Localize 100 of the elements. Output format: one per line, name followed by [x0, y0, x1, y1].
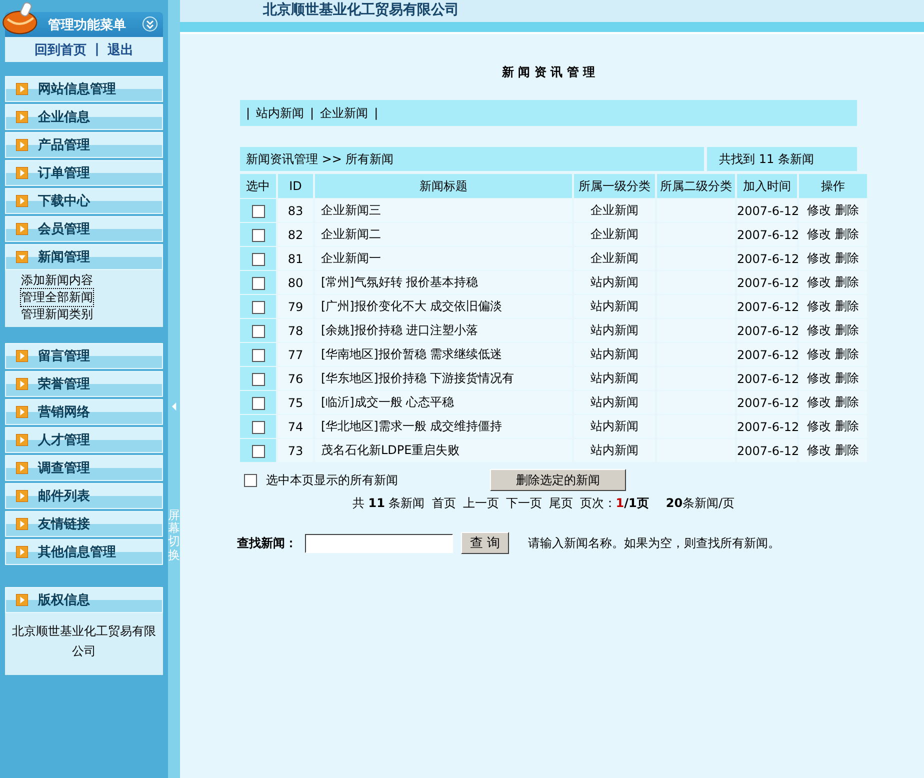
row-checkbox[interactable]	[252, 276, 264, 290]
table-cell: 78	[278, 319, 313, 343]
separator-text: |	[94, 42, 100, 57]
menu-group[interactable]: 新闻管理	[5, 244, 163, 270]
delete-link[interactable]: 删除	[834, 299, 859, 313]
edit-link[interactable]: 修改	[807, 419, 832, 433]
delete-link[interactable]: 删除	[834, 227, 859, 241]
submenu-item[interactable]: 管理新闻类别	[21, 306, 93, 323]
table-cell: [余姚]报价持稳 进口注塑小落	[315, 319, 572, 343]
row-checkbox[interactable]	[252, 420, 264, 434]
column-header: 所属二级分类	[657, 174, 735, 199]
delete-link[interactable]: 删除	[834, 251, 859, 265]
delete-link[interactable]: 删除	[834, 323, 859, 337]
edit-link[interactable]: 修改	[807, 371, 832, 385]
delete-link[interactable]: 删除	[834, 347, 859, 361]
page-number: 页次：1/1页	[580, 495, 649, 512]
submenu-item[interactable]: 添加新闻内容	[21, 272, 93, 289]
menu-group[interactable]: 留言管理	[5, 343, 163, 369]
page-link[interactable]: 上一页	[462, 495, 499, 512]
menu-group[interactable]: 邮件列表	[5, 483, 163, 509]
delete-selected-button[interactable]: 删除选定的新闻	[490, 469, 626, 491]
menu-group[interactable]: 会员管理	[5, 216, 163, 242]
edit-link[interactable]: 修改	[807, 395, 832, 409]
arrow-icon	[16, 546, 28, 558]
menu-title: 管理功能菜单	[48, 16, 126, 34]
page-link[interactable]: 尾页	[548, 495, 573, 512]
edit-link[interactable]: 修改	[807, 299, 832, 313]
table-cell: 企业新闻	[574, 247, 655, 271]
table-cell: [华北地区]需求一般 成交维持僵持	[315, 415, 572, 439]
table-cell: [华东地区]报价持稳 下游接货情况有	[315, 367, 572, 391]
table-cell: 75	[278, 391, 313, 415]
row-checkbox[interactable]	[252, 228, 264, 242]
menu-group[interactable]: 其他信息管理	[5, 539, 163, 565]
table-cell: 2007-6-12	[737, 319, 797, 343]
table-cell: 82	[278, 223, 313, 247]
edit-link[interactable]: 修改	[807, 251, 832, 265]
edit-link[interactable]: 修改	[807, 323, 832, 337]
menu-group[interactable]: 荣誉管理	[5, 371, 163, 397]
menu-group[interactable]: 友情链接	[5, 511, 163, 537]
table-cell: 站内新闻	[574, 343, 655, 367]
breadcrumb: 新闻资讯管理 >> 所有新闻	[240, 147, 704, 171]
menu-group[interactable]: 企业信息	[5, 104, 163, 130]
row-checkbox[interactable]	[252, 252, 264, 266]
menu-group[interactable]: 产品管理	[5, 132, 163, 158]
edit-link[interactable]: 修改	[807, 275, 832, 289]
delete-link[interactable]: 删除	[834, 275, 859, 289]
search-label: 查找新闻：	[237, 534, 297, 552]
logout-link[interactable]: 退出	[107, 40, 134, 58]
column-header: 所属一级分类	[574, 174, 655, 199]
menu-group[interactable]: 网站信息管理	[5, 76, 163, 102]
select-all-label: 选中本页显示的所有新闻	[266, 472, 398, 488]
delete-link[interactable]: 删除	[834, 203, 859, 217]
row-checkbox[interactable]	[252, 396, 264, 410]
row-checkbox[interactable]	[252, 348, 264, 362]
table-cell: 2007-6-12	[737, 343, 797, 367]
page-link[interactable]: 首页	[432, 495, 456, 512]
page-size: 20条新闻/页	[666, 495, 735, 512]
search-hint: 请输入新闻名称。如果为空，则查找所有新闻。	[528, 534, 780, 552]
page-link[interactable]: 下一页	[506, 495, 542, 512]
arrow-icon	[16, 223, 28, 235]
home-link[interactable]: 回到首页	[34, 40, 87, 58]
search-button[interactable]: 查 询	[461, 532, 509, 554]
row-checkbox[interactable]	[252, 300, 264, 314]
row-checkbox[interactable]	[252, 444, 264, 458]
category-link[interactable]: 站内新闻	[256, 104, 304, 122]
arrow-icon	[16, 111, 28, 123]
arrow-icon	[16, 434, 28, 446]
table-cell: 81	[278, 247, 313, 271]
row-checkbox[interactable]	[252, 372, 264, 386]
category-link[interactable]: 企业新闻	[320, 104, 368, 122]
collapse-icon[interactable]	[142, 16, 158, 32]
row-checkbox[interactable]	[252, 324, 264, 338]
table-cell: 2007-6-12	[737, 295, 797, 319]
menu-group[interactable]: 人才管理	[5, 427, 163, 453]
edit-link[interactable]: 修改	[807, 443, 832, 457]
submenu-item[interactable]: 管理全部新闻	[21, 289, 93, 306]
column-header: 新闻标题	[315, 174, 572, 199]
menu-group[interactable]: 调查管理	[5, 455, 163, 481]
edit-link[interactable]: 修改	[807, 203, 832, 217]
edit-link[interactable]: 修改	[807, 347, 832, 361]
menu-group[interactable]: 订单管理	[5, 160, 163, 186]
search-field[interactable]	[305, 534, 453, 552]
arrow-icon	[16, 167, 28, 179]
total-count: 共 11 条新闻	[352, 495, 425, 512]
table-cell: 74	[278, 415, 313, 439]
table-cell: 企业新闻	[574, 199, 655, 223]
delete-link[interactable]: 删除	[834, 371, 859, 385]
arrow-icon	[16, 406, 28, 418]
bag-icon	[2, 0, 40, 36]
select-all-checkbox[interactable]	[244, 474, 257, 486]
column-header: 加入时间	[737, 174, 797, 199]
delete-link[interactable]: 删除	[834, 419, 859, 433]
edit-link[interactable]: 修改	[807, 227, 832, 241]
delete-link[interactable]: 删除	[834, 395, 859, 409]
table-cell: 企业新闻二	[315, 223, 572, 247]
menu-group[interactable]: 营销网络	[5, 399, 163, 425]
menu-group[interactable]: 下载中心	[5, 188, 163, 214]
delete-link[interactable]: 删除	[834, 443, 859, 457]
row-checkbox[interactable]	[252, 204, 264, 218]
table-cell: 站内新闻	[574, 295, 655, 319]
